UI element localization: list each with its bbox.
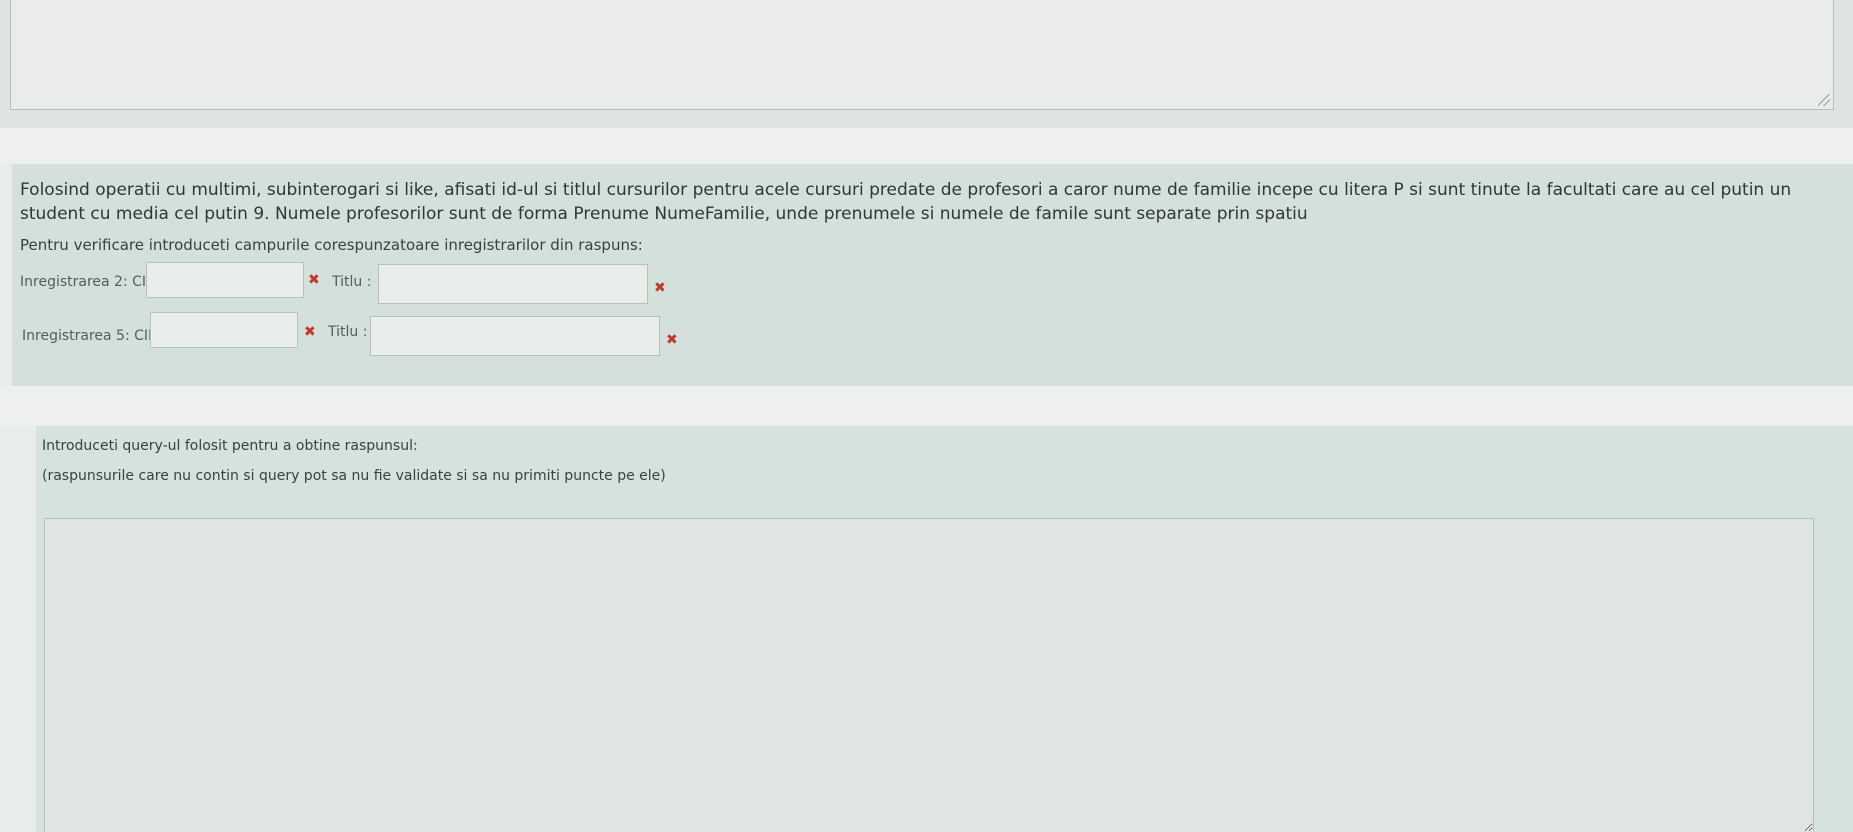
record-5-cid-invalid-icon: ✖ xyxy=(304,324,316,340)
query-label: Introduceti query-ul folosit pentru a ob… xyxy=(42,438,418,454)
question-panel: Folosind operatii cu multimi, subinterog… xyxy=(12,164,1853,386)
previous-answer-area xyxy=(0,0,1853,128)
record-5-cid-input[interactable] xyxy=(150,312,298,348)
record-2-title-label: Titlu : xyxy=(332,274,372,290)
section-divider xyxy=(0,128,1853,164)
verify-instructions: Pentru verificare introduceti campurile … xyxy=(20,236,643,254)
record-row-2: Inregistrarea 2: CID: ✖ Titlu : ✖ xyxy=(20,254,1845,308)
question-text: Folosind operatii cu multimi, subinterog… xyxy=(20,180,1792,224)
resize-grip-icon[interactable] xyxy=(1818,94,1830,106)
record-2-cid-label: Inregistrarea 2: CID: xyxy=(20,274,162,290)
record-2-cid-invalid-icon: ✖ xyxy=(308,272,320,288)
record-5-title-invalid-icon: ✖ xyxy=(666,332,678,348)
query-note: (raspunsurile care nu contin si query po… xyxy=(42,468,666,484)
section-divider-2 xyxy=(0,386,1853,426)
previous-query-textarea[interactable] xyxy=(10,0,1834,110)
record-row-5: Inregistrarea 5: CID: ✖ Titlu : ✖ xyxy=(20,308,1845,362)
record-5-title-label: Titlu : xyxy=(328,324,368,340)
record-2-title-invalid-icon: ✖ xyxy=(654,280,666,296)
record-5-title-input[interactable] xyxy=(370,316,660,356)
record-2-title-input[interactable] xyxy=(378,264,648,304)
record-5-cid-label: Inregistrarea 5: CID: xyxy=(22,328,164,344)
record-2-cid-input[interactable] xyxy=(146,262,304,298)
query-textarea[interactable] xyxy=(44,518,1814,832)
query-panel: Introduceti query-ul folosit pentru a ob… xyxy=(36,426,1853,832)
